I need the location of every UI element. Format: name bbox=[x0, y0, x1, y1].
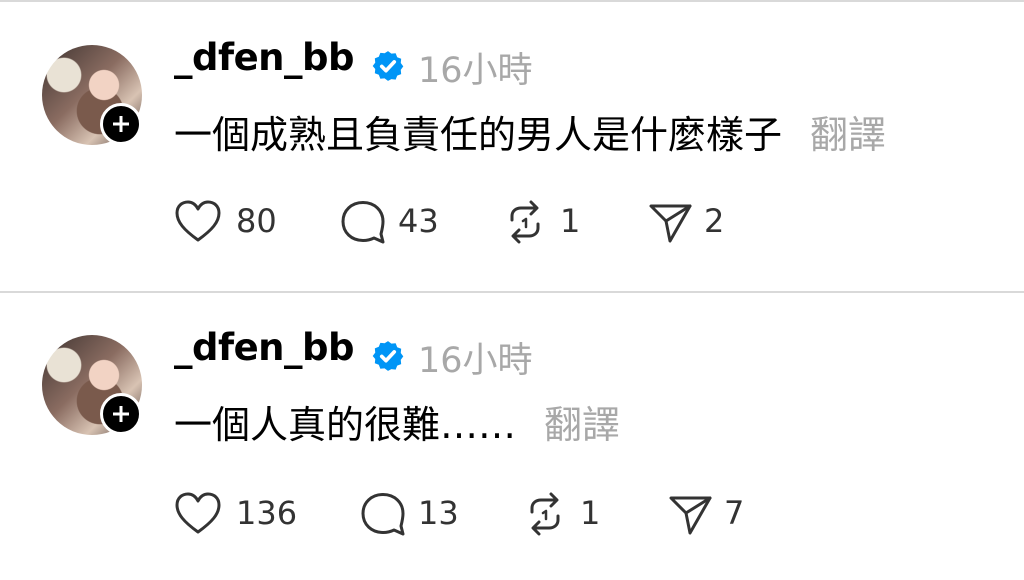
repost-count: 1 bbox=[580, 494, 601, 532]
post-time[interactable]: 16小時 bbox=[418, 332, 533, 383]
post-text: 一個人真的很難…… 翻譯 bbox=[174, 394, 620, 449]
comment-icon bbox=[361, 493, 405, 536]
share-count: 2 bbox=[704, 202, 725, 240]
comment-button[interactable]: 13 bbox=[360, 490, 470, 536]
post-text-content: 一個成熟且負責任的男人是什麼樣子 bbox=[174, 113, 783, 157]
repost-icon bbox=[530, 492, 560, 536]
heart-icon bbox=[175, 200, 221, 242]
post: _dfen_bb 16小時 一個人真的很難…… 翻譯 136 13 1 7 bbox=[0, 290, 1024, 580]
repost-icon bbox=[510, 200, 540, 244]
username[interactable]: _dfen_bb bbox=[174, 326, 355, 369]
comment-button[interactable]: 43 bbox=[340, 198, 450, 244]
heart-icon bbox=[175, 492, 221, 534]
post: _dfen_bb 16小時 一個成熟且負責任的男人是什麼樣子翻譯 80 43 bbox=[0, 0, 1024, 290]
repost-count: 1 bbox=[560, 202, 581, 240]
avatar-button[interactable] bbox=[42, 335, 142, 435]
verified-icon bbox=[372, 51, 404, 81]
like-count: 136 bbox=[236, 494, 298, 532]
comment-count: 13 bbox=[418, 494, 459, 532]
avatar-button[interactable] bbox=[42, 45, 142, 145]
comment-count: 43 bbox=[398, 202, 439, 240]
share-count: 7 bbox=[724, 494, 745, 532]
verified-icon bbox=[372, 341, 404, 371]
share-icon bbox=[649, 204, 692, 243]
like-count: 80 bbox=[236, 202, 277, 240]
like-button[interactable]: 136 bbox=[174, 490, 304, 534]
post-text: 一個成熟且負責任的男人是什麼樣子 翻譯 bbox=[174, 104, 886, 159]
post-text-content: 一個人真的很難…… bbox=[174, 403, 517, 447]
translate-link[interactable]: 翻譯 bbox=[544, 403, 620, 447]
follow-plus-icon[interactable] bbox=[100, 103, 142, 145]
repost-button[interactable]: 1 bbox=[502, 198, 592, 244]
username[interactable]: _dfen_bb bbox=[174, 36, 355, 79]
share-button[interactable]: 2 bbox=[648, 198, 738, 243]
share-button[interactable]: 7 bbox=[668, 490, 758, 535]
post-time[interactable]: 16小時 bbox=[418, 42, 533, 93]
follow-plus-icon[interactable] bbox=[100, 393, 142, 435]
share-icon bbox=[669, 496, 712, 535]
repost-button[interactable]: 1 bbox=[522, 490, 612, 536]
translate-link[interactable]: 翻譯 bbox=[810, 113, 886, 157]
like-button[interactable]: 80 bbox=[174, 198, 284, 242]
comment-icon bbox=[341, 201, 385, 244]
